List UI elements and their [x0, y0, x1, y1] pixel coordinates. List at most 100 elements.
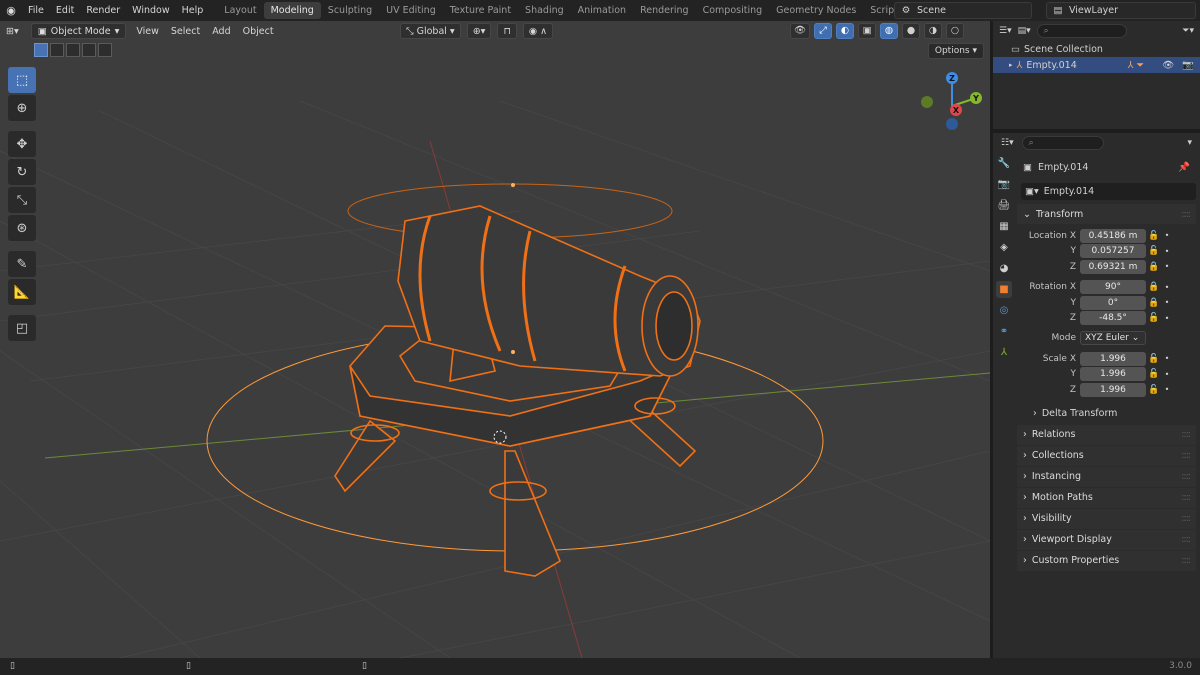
motion-paths-panel-header[interactable]: › Motion Paths ::::	[1017, 487, 1196, 508]
display-mode-icon[interactable]: ▤▾	[1018, 26, 1031, 36]
pivot-selector[interactable]: ⊕▾	[466, 23, 492, 39]
tab-modeling[interactable]: Modeling	[263, 2, 321, 19]
gizmo-toggle-icon[interactable]: ⤢	[814, 23, 833, 39]
tab-compositing[interactable]: Compositing	[696, 2, 770, 19]
lock-open-icon[interactable]: 🔓	[1146, 369, 1162, 379]
overlay-toggle-icon[interactable]: ◐	[836, 23, 855, 39]
grip-icon[interactable]: ::::	[1181, 513, 1191, 524]
constraints-tab-icon[interactable]: ⚭	[996, 323, 1012, 340]
tab-texture-paint[interactable]: Texture Paint	[443, 2, 518, 19]
snap-toggle[interactable]: ⊓	[497, 23, 517, 39]
rotate-tool-icon[interactable]: ↻	[8, 159, 36, 185]
viewport-display-panel-header[interactable]: › Viewport Display ::::	[1017, 529, 1196, 550]
grip-icon[interactable]: ::::	[1181, 209, 1191, 220]
lock-closed-icon[interactable]: 🔒	[1146, 262, 1162, 272]
menu-add[interactable]: Add	[206, 26, 236, 37]
scale-x-field[interactable]: 1.996	[1080, 351, 1146, 366]
blender-logo-icon[interactable]: ◉	[0, 4, 22, 17]
grip-icon[interactable]: ::::	[1181, 471, 1191, 482]
keyframe-dot-icon[interactable]: •	[1162, 354, 1172, 363]
visibility-icon[interactable]: 👁	[790, 23, 811, 39]
navigation-gizmo[interactable]: Z Y X	[910, 66, 990, 136]
location-y-field[interactable]: 0.057257	[1080, 244, 1146, 259]
render-camera-icon[interactable]: 📷	[1182, 60, 1194, 71]
lock-open-icon[interactable]: 🔓	[1146, 246, 1162, 256]
object-name-field[interactable]: ▣▾ Empty.014	[1021, 183, 1196, 200]
keyframe-dot-icon[interactable]: •	[1162, 298, 1172, 307]
gizmo-neg-z[interactable]	[946, 118, 958, 130]
select-intersect-icon[interactable]	[98, 43, 112, 57]
lock-closed-icon[interactable]: 🔒	[1146, 282, 1162, 292]
view-layer-tab-icon[interactable]: ▦	[996, 218, 1012, 235]
proportional-edit-toggle[interactable]: ◉ ∧	[522, 23, 554, 39]
properties-search-input[interactable]: ⌕	[1021, 136, 1104, 150]
delta-transform-header[interactable]: › Delta Transform	[1017, 404, 1196, 424]
menu-file[interactable]: File	[22, 0, 50, 21]
outliner-item-empty[interactable]: ▸ ⅄ Empty.014 ⅄ ⏷ 👁 📷	[993, 57, 1200, 73]
menu-help[interactable]: Help	[176, 0, 210, 21]
rotation-z-field[interactable]: -48.5°	[1080, 311, 1146, 326]
tool-tab-icon[interactable]: 🔧	[996, 155, 1012, 172]
menu-view[interactable]: View	[130, 26, 165, 37]
lock-open-icon[interactable]: 🔓	[1146, 354, 1162, 364]
menu-edit[interactable]: Edit	[50, 0, 80, 21]
lock-open-icon[interactable]: 🔓	[1146, 313, 1162, 323]
rotation-mode-select[interactable]: XYZ Euler ⌄	[1080, 330, 1146, 345]
rotation-y-field[interactable]: 0°	[1080, 295, 1146, 310]
wireframe-shading-icon[interactable]: ◍	[880, 23, 899, 39]
keyframe-dot-icon[interactable]: •	[1162, 283, 1172, 292]
chevron-down-icon[interactable]: ▾	[1187, 138, 1192, 148]
tab-animation[interactable]: Animation	[571, 2, 633, 19]
gizmo-neg-y[interactable]	[921, 96, 933, 108]
mode-selector[interactable]: ▣ Object Mode ▾	[30, 23, 127, 39]
scale-y-field[interactable]: 1.996	[1080, 367, 1146, 382]
keyframe-dot-icon[interactable]: •	[1162, 385, 1172, 394]
tab-sculpting[interactable]: Sculpting	[321, 2, 379, 19]
filter-icon[interactable]: ⏷▾	[1182, 26, 1194, 36]
select-new-icon[interactable]	[34, 43, 48, 57]
material-shading-icon[interactable]: ◑	[924, 23, 943, 39]
menu-window[interactable]: Window	[126, 0, 175, 21]
scale-z-field[interactable]: 1.996	[1080, 382, 1146, 397]
render-tab-icon[interactable]: 📷	[996, 176, 1012, 193]
grip-icon[interactable]: ::::	[1181, 450, 1191, 461]
rendered-shading-icon[interactable]: ○	[946, 23, 965, 39]
lock-closed-icon[interactable]: 🔒	[1146, 298, 1162, 308]
data-tab-icon[interactable]: ⅄	[996, 344, 1012, 361]
cursor-tool-icon[interactable]: ⊕	[8, 95, 36, 121]
custom-properties-panel-header[interactable]: › Custom Properties ::::	[1017, 550, 1196, 571]
select-subtract-icon[interactable]	[66, 43, 80, 57]
select-invert-icon[interactable]	[82, 43, 96, 57]
grip-icon[interactable]: ::::	[1181, 492, 1191, 503]
properties-editor-icon[interactable]: ☷▾	[1001, 138, 1014, 148]
tab-rendering[interactable]: Rendering	[633, 2, 696, 19]
tab-uv-editing[interactable]: UV Editing	[379, 2, 443, 19]
grip-icon[interactable]: ::::	[1181, 555, 1191, 566]
options-button[interactable]: Options ▾	[927, 43, 984, 59]
grip-icon[interactable]: ::::	[1181, 429, 1191, 440]
select-box-tool-icon[interactable]: ⬚	[8, 67, 36, 93]
physics-tab-icon[interactable]: ◎	[996, 302, 1012, 319]
hide-eye-icon[interactable]: 👁	[1162, 60, 1174, 71]
tab-shading[interactable]: Shading	[518, 2, 571, 19]
orientation-selector[interactable]: ⤡ Global ▾	[400, 23, 461, 39]
world-tab-icon[interactable]: ◕	[996, 260, 1012, 277]
scale-tool-icon[interactable]: ⤡	[8, 187, 36, 213]
transform-tool-icon[interactable]: ⊛	[8, 215, 36, 241]
object-tab-icon[interactable]: ■	[996, 281, 1012, 298]
keyframe-dot-icon[interactable]: •	[1162, 314, 1172, 323]
outliner-editor-icon[interactable]: ☰▾	[999, 26, 1012, 36]
relations-panel-header[interactable]: › Relations ::::	[1017, 424, 1196, 445]
keyframe-dot-icon[interactable]: •	[1162, 370, 1172, 379]
expand-arrow-icon[interactable]: ▸	[1009, 61, 1013, 69]
lock-open-icon[interactable]: 🔓	[1146, 385, 1162, 395]
collections-panel-header[interactable]: › Collections ::::	[1017, 445, 1196, 466]
visibility-panel-header[interactable]: › Visibility ::::	[1017, 508, 1196, 529]
output-tab-icon[interactable]: 🖨	[996, 197, 1012, 214]
keyframe-dot-icon[interactable]: •	[1162, 247, 1172, 256]
lock-open-icon[interactable]: 🔓	[1146, 231, 1162, 241]
solid-shading-icon[interactable]: ●	[902, 23, 921, 39]
outliner-search-input[interactable]: ⌕	[1036, 24, 1127, 38]
view-layer-selector[interactable]: ▤ ViewLayer	[1046, 2, 1196, 19]
editor-type-icon[interactable]: ⊞▾	[0, 26, 25, 37]
